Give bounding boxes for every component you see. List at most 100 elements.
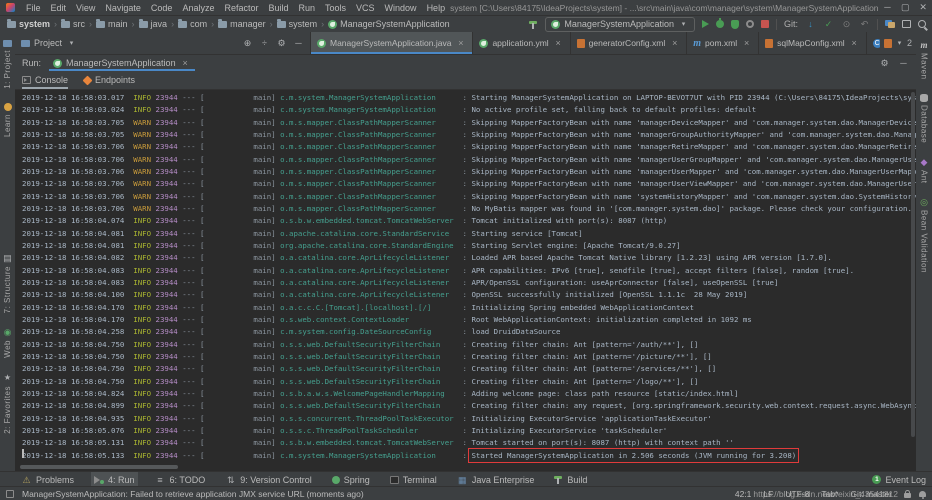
notifications-bell-icon[interactable] — [919, 491, 926, 497]
close-icon[interactable] — [180, 58, 191, 68]
editor-tab-generatorconfig-xml[interactable]: generatorConfig.xml — [571, 32, 688, 54]
menu-tools[interactable]: Tools — [320, 3, 351, 13]
close-icon[interactable] — [455, 38, 466, 48]
status-lf[interactable]: LF — [763, 489, 773, 499]
breadcrumb-item-main[interactable]: main — [95, 19, 129, 29]
breadcrumb-item-system[interactable]: system — [6, 19, 51, 29]
tool-window-button-build[interactable]: Build — [551, 472, 590, 487]
menu-navigate[interactable]: Navigate — [100, 3, 146, 13]
tool-window-button-maven[interactable]: mMaven — [919, 40, 930, 80]
favorites-icon — [2, 372, 13, 383]
collapse-all-icon[interactable] — [259, 38, 270, 48]
tool-window-button-terminal[interactable]: Terminal — [387, 472, 440, 487]
project-structure-icon[interactable] — [885, 20, 895, 28]
run-configuration-select[interactable]: ManagerSystemApplication — [545, 17, 695, 32]
run-tab[interactable]: ManagerSystemApplication — [49, 55, 195, 71]
editor-tab-sqlmapconfig-xml[interactable]: sqlMapConfig.xml — [759, 32, 867, 54]
locate-file-icon[interactable] — [242, 38, 253, 48]
tool-window-button-problems[interactable]: Problems — [18, 472, 77, 487]
tool-window-button-database[interactable]: Database — [919, 94, 930, 143]
tool-window-button-bean-validation[interactable]: Bean Validation — [919, 197, 930, 273]
menu-build[interactable]: Build — [263, 3, 293, 13]
stop-button[interactable] — [761, 20, 769, 28]
chevron-down-icon[interactable] — [66, 37, 77, 49]
close-icon[interactable] — [849, 38, 860, 48]
close-icon[interactable] — [669, 38, 680, 48]
vcs-update-button[interactable] — [805, 19, 816, 29]
editor-tab-securityconfig-java[interactable]: CSecurityConfig.java — [867, 32, 880, 54]
log-line: 2019-12-18 16:58:04.824 INFO 23944 --- [… — [22, 388, 916, 400]
settings-icon[interactable] — [276, 38, 287, 48]
horizontal-scrollbar[interactable] — [20, 465, 178, 469]
console-log: 2019-12-18 16:58:03.017 INFO 23944 --- [… — [22, 92, 916, 462]
vcs-commit-button[interactable] — [823, 19, 834, 29]
toggle-tool-window-bars-icon[interactable] — [6, 490, 14, 498]
hide-tool-window-icon[interactable] — [898, 58, 909, 68]
tool-window-button-9-version-control[interactable]: 9: Version Control — [222, 472, 315, 487]
tool-window-button-2-favorites[interactable]: 2: Favorites — [2, 372, 13, 434]
build-hammer-icon[interactable] — [529, 20, 538, 29]
lock-icon[interactable] — [904, 493, 911, 498]
vertical-scrollbar[interactable] — [911, 92, 915, 437]
rollback-icon[interactable] — [859, 19, 870, 29]
toolbar-divider — [877, 19, 878, 30]
menu-run[interactable]: Run — [294, 3, 321, 13]
menu-file[interactable]: File — [21, 3, 46, 13]
title-bar: FileEditViewNavigateCodeAnalyzeRefactorB… — [0, 0, 932, 16]
status-tab[interactable]: Tab* — [821, 489, 838, 499]
close-button[interactable]: ✕ — [914, 0, 932, 15]
menu-window[interactable]: Window — [380, 3, 422, 13]
coverage-button[interactable] — [731, 20, 739, 29]
close-icon[interactable] — [553, 38, 564, 48]
settings-icon[interactable] — [879, 58, 890, 68]
tool-window-button-1-project[interactable]: 1: Project — [3, 40, 12, 89]
debug-button[interactable] — [716, 20, 724, 28]
tool-window-button-ant[interactable]: Ant — [919, 157, 930, 184]
breadcrumb-item-com[interactable]: com — [177, 19, 208, 29]
menu-vcs[interactable]: VCS — [351, 3, 380, 13]
menu-edit[interactable]: Edit — [46, 3, 72, 13]
profiler-button[interactable] — [746, 20, 754, 28]
tool-window-button-4-run[interactable]: 4: Run — [91, 472, 138, 487]
hidden-tabs-chip[interactable]: 2 — [880, 32, 916, 54]
hide-panel-icon[interactable] — [293, 38, 304, 48]
history-icon[interactable] — [841, 19, 852, 29]
status-git-master[interactable]: Git: master — [850, 489, 892, 499]
run-button[interactable] — [702, 20, 709, 28]
breadcrumb-item-manager[interactable]: manager — [217, 19, 267, 29]
editor-tab-pom-xml[interactable]: mpom.xml — [687, 32, 759, 54]
editor-tab-managersystemapplication-java[interactable]: ManagerSystemApplication.java — [311, 32, 473, 54]
log-line: 2019-12-18 16:58:03.706 WARN 23944 --- [… — [22, 178, 916, 190]
tab-endpoints[interactable]: Endpoints — [84, 71, 135, 89]
menu-code[interactable]: Code — [146, 3, 178, 13]
menu-analyze[interactable]: Analyze — [177, 3, 219, 13]
maximize-button[interactable]: ▢ — [896, 0, 914, 15]
breadcrumb-item-managersystemapplication[interactable]: ManagerSystemApplication — [327, 19, 451, 29]
tool-window-button-java-enterprise[interactable]: Java Enterprise — [454, 472, 538, 487]
tool-window-button-6-todo[interactable]: 6: TODO — [152, 472, 209, 487]
status-42-1[interactable]: 42:1 — [735, 489, 752, 499]
breadcrumb-item-system[interactable]: system — [276, 19, 319, 29]
breadcrumb-item-java[interactable]: java — [138, 19, 169, 29]
menu-view[interactable]: View — [71, 3, 100, 13]
search-everywhere-icon[interactable] — [918, 20, 926, 28]
status-utf-8[interactable]: UTF-8 — [785, 489, 809, 499]
menu-refactor[interactable]: Refactor — [219, 3, 263, 13]
spring-boot-icon — [53, 59, 62, 68]
project-panel-header[interactable]: Project — [15, 32, 311, 54]
tab-console[interactable]: Console — [22, 71, 68, 89]
tool-window-button-learn[interactable]: Learn — [3, 103, 12, 137]
tool-window-button-web[interactable]: Web — [2, 327, 13, 358]
version-control-icon — [225, 475, 236, 485]
log-line: 2019-12-18 16:58:05.076 INFO 23944 --- [… — [22, 425, 916, 437]
tool-window-button-7-structure[interactable]: 7: Structure — [2, 253, 13, 313]
breadcrumb-item-src[interactable]: src — [60, 19, 86, 29]
event-log-button[interactable]: 1 Event Log — [872, 475, 926, 485]
tool-window-button-spring[interactable]: Spring — [329, 472, 373, 487]
editor-tab-application-yml[interactable]: application.yml — [473, 32, 570, 54]
close-icon[interactable] — [741, 38, 752, 48]
menu-help[interactable]: Help — [422, 3, 451, 13]
restore-layout-icon[interactable] — [902, 20, 911, 28]
console-output[interactable]: 2019-12-18 16:58:03.017 INFO 23944 --- [… — [15, 90, 916, 472]
minimize-button[interactable]: ─ — [879, 0, 897, 15]
